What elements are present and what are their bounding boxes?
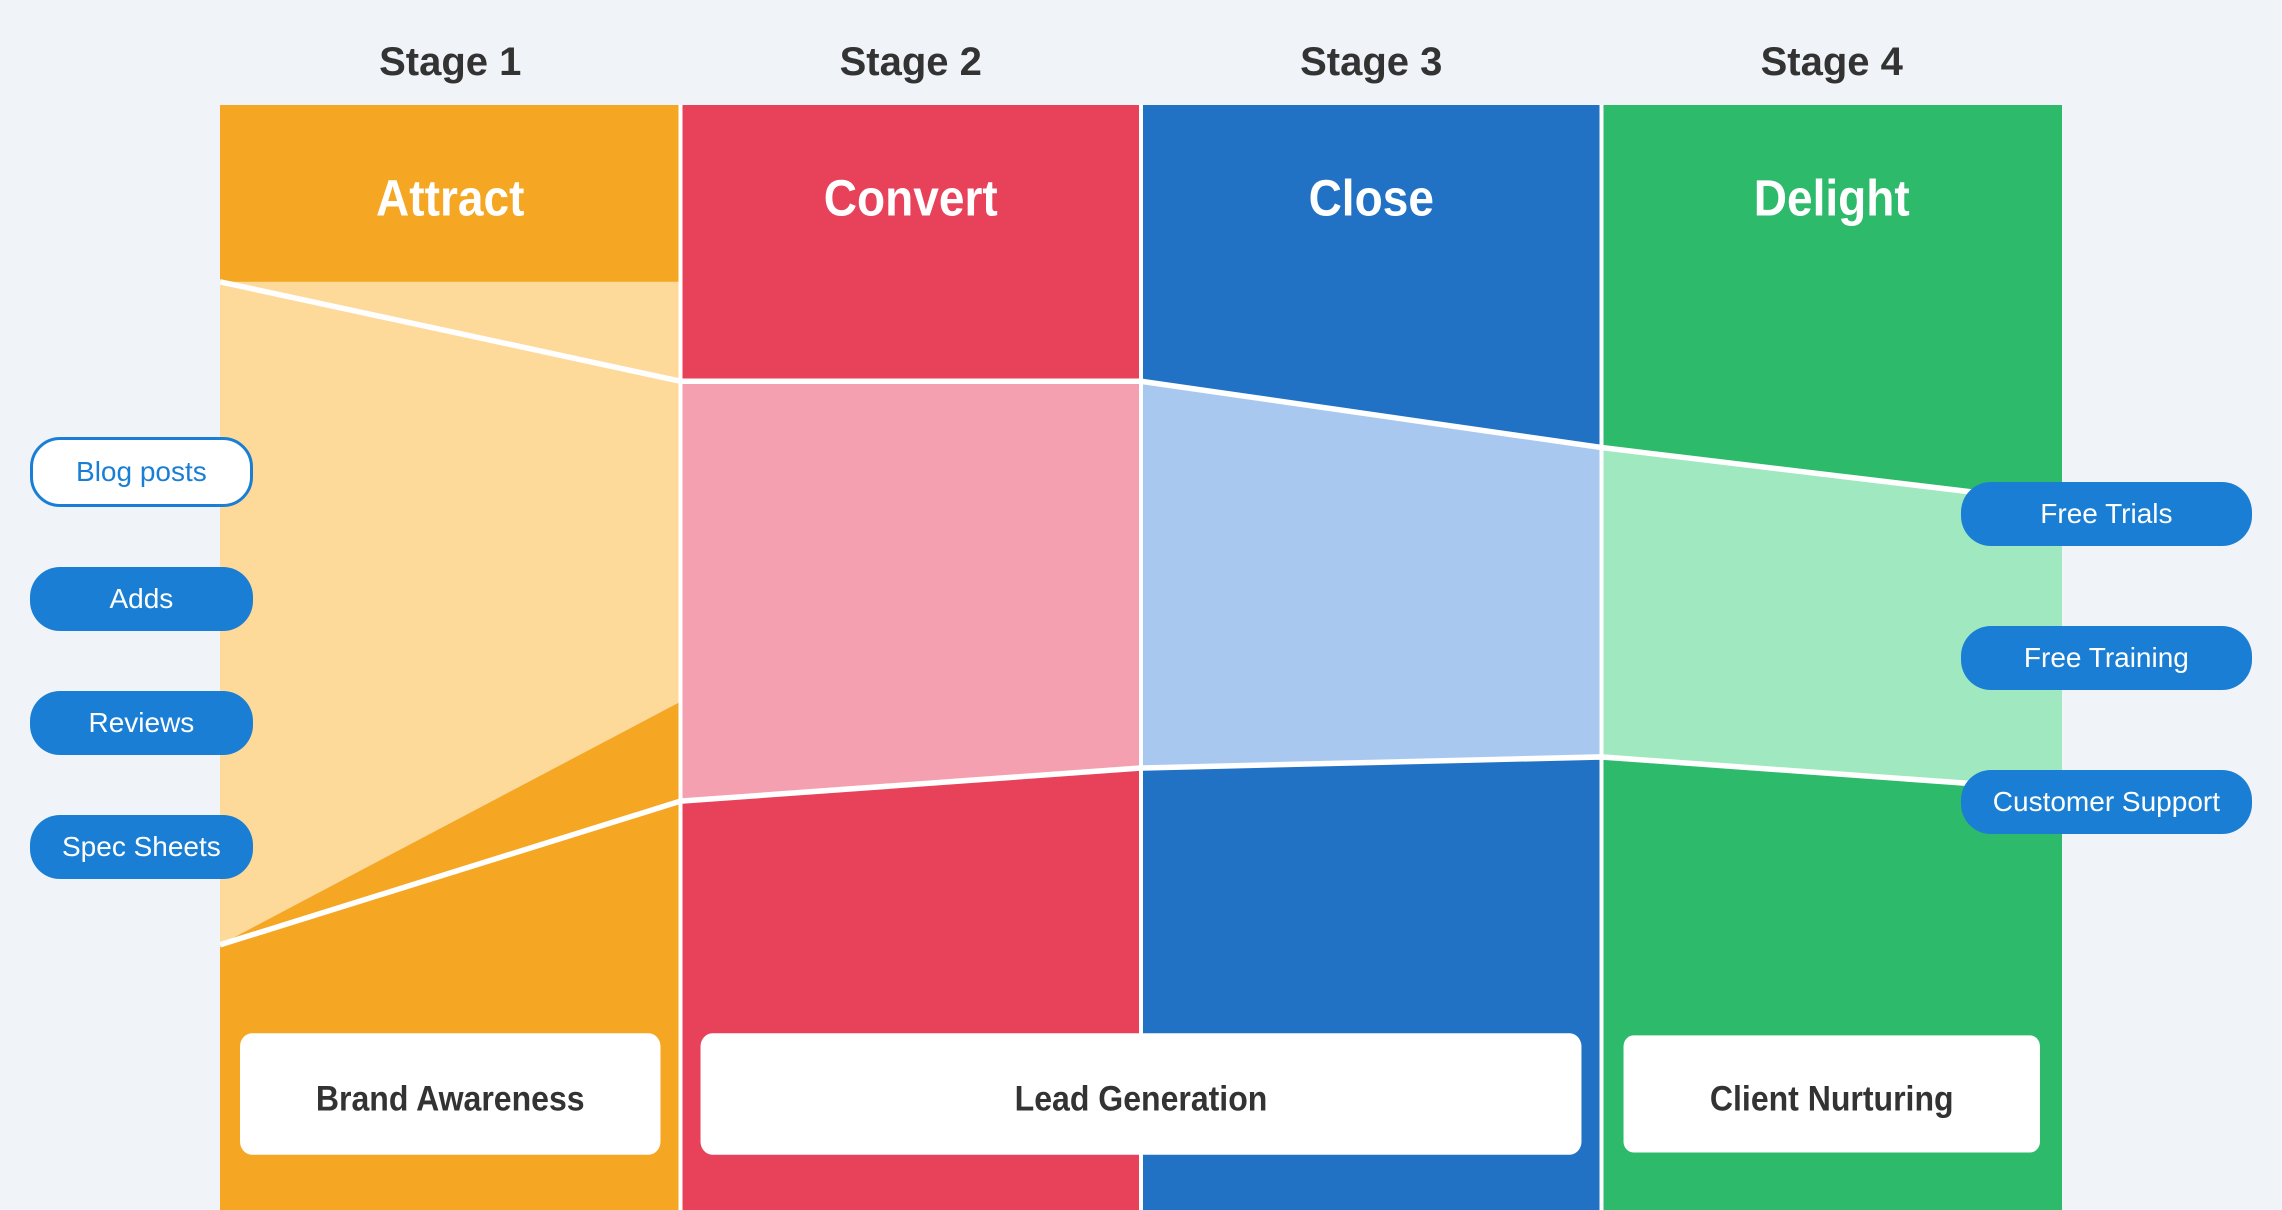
svg-text:Attract: Attract: [376, 170, 524, 227]
svg-text:Delight: Delight: [1754, 170, 1910, 227]
stage-headers: Stage 1 Stage 2 Stage 3 Stage 4: [0, 0, 2282, 85]
stage-1-header: Stage 1: [220, 40, 681, 85]
svg-text:Lead Generation: Lead Generation: [1015, 1079, 1268, 1119]
svg-text:Brand Awareness: Brand Awareness: [316, 1079, 585, 1119]
stage-3-header: Stage 3: [1141, 40, 1602, 85]
diagram-area: Blog posts Adds Reviews Spec Sheets Free…: [0, 105, 2282, 1210]
main-container: Stage 1 Stage 2 Stage 3 Stage 4 Blog pos…: [0, 0, 2282, 1210]
stage-2-header: Stage 2: [681, 40, 1142, 85]
funnel-diagram: Attract Convert Close Delight Brand Awar…: [220, 105, 2062, 1210]
svg-text:Close: Close: [1309, 170, 1434, 227]
stage-4-header: Stage 4: [1602, 40, 2063, 85]
svg-text:Client Nurturing: Client Nurturing: [1710, 1079, 1954, 1119]
right-buttons: Free Trials Free Training Customer Suppo…: [1961, 105, 2252, 1210]
free-trials-button[interactable]: Free Trials: [1961, 482, 2252, 546]
spec-sheets-button[interactable]: Spec Sheets: [30, 815, 253, 879]
customer-support-button[interactable]: Customer Support: [1961, 770, 2252, 834]
blog-posts-button[interactable]: Blog posts: [30, 437, 253, 507]
svg-text:Convert: Convert: [824, 170, 998, 227]
left-buttons: Blog posts Adds Reviews Spec Sheets: [30, 105, 253, 1210]
free-training-button[interactable]: Free Training: [1961, 626, 2252, 690]
adds-button[interactable]: Adds: [30, 567, 253, 631]
reviews-button[interactable]: Reviews: [30, 691, 253, 755]
